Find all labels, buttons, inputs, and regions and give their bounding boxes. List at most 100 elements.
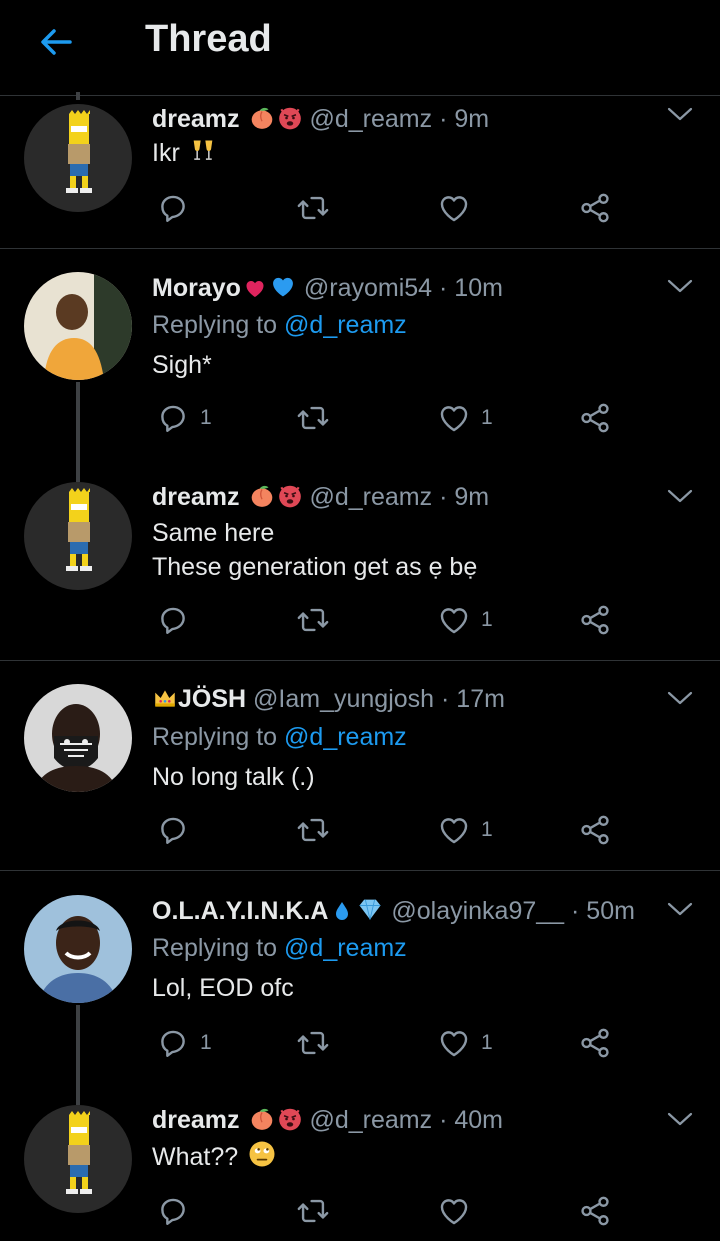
peach-icon: [249, 483, 275, 509]
tweet[interactable]: dreamz @d_reamz · 9m Ikr: [0, 92, 720, 249]
retweet-icon: [296, 401, 330, 435]
display-name[interactable]: O.L.A.Y.I.N.K.A: [152, 897, 328, 925]
replying-to-label: Replying to: [152, 311, 278, 339]
display-name[interactable]: JÖSH: [178, 685, 246, 713]
like-button[interactable]: 1: [437, 398, 493, 438]
share-icon: [578, 1194, 612, 1228]
replying-to: Replying to @d_reamz: [152, 310, 407, 340]
tweet-actions: [152, 1191, 622, 1231]
tweet[interactable]: JÖSH @Iam_yungjosh · 17m Replying to @d_…: [0, 672, 720, 871]
avatar[interactable]: [24, 482, 132, 590]
like-button[interactable]: 1: [437, 600, 493, 640]
display-name[interactable]: dreamz: [152, 105, 240, 133]
avatar[interactable]: [24, 104, 132, 212]
tweet-actions: 1: [152, 600, 622, 640]
mention-link[interactable]: @d_reamz: [284, 934, 407, 962]
droplet-icon: [330, 899, 354, 923]
share-button[interactable]: [578, 188, 612, 228]
timestamp: · 40m: [439, 1106, 503, 1134]
display-name[interactable]: dreamz: [152, 1106, 240, 1134]
like-button[interactable]: [437, 1191, 481, 1231]
chevron-down-icon[interactable]: [666, 104, 694, 124]
like-count: 1: [481, 406, 493, 429]
display-name[interactable]: Morayo: [152, 274, 241, 302]
avatar[interactable]: [24, 684, 132, 792]
tweet-text: Sigh*: [152, 351, 212, 379]
chevron-down-icon[interactable]: [666, 486, 694, 506]
username[interactable]: @d_reamz: [309, 105, 432, 133]
reply-button[interactable]: 1: [156, 1023, 212, 1063]
avatar[interactable]: [24, 1105, 132, 1213]
retweet-icon: [296, 1026, 330, 1060]
retweet-button[interactable]: [296, 1191, 330, 1231]
heart-icon: [437, 401, 471, 435]
comment-icon: [156, 1194, 190, 1228]
display-name[interactable]: dreamz: [152, 483, 240, 511]
retweet-button[interactable]: [296, 810, 330, 850]
thread-line: [76, 92, 80, 100]
thread-line: [76, 382, 80, 482]
chevron-down-icon[interactable]: [666, 1109, 694, 1129]
like-count: 1: [481, 608, 493, 631]
share-button[interactable]: [578, 1023, 612, 1063]
reply-button[interactable]: [156, 188, 200, 228]
comment-icon: [156, 813, 190, 847]
reply-button[interactable]: [156, 810, 200, 850]
mention-link[interactable]: @d_reamz: [284, 311, 407, 339]
timestamp: · 9m: [439, 483, 490, 511]
username[interactable]: @d_reamz: [309, 1106, 432, 1134]
avatar[interactable]: [24, 895, 132, 1003]
like-button[interactable]: [437, 188, 481, 228]
reply-count: 1: [200, 406, 212, 429]
retweet-button[interactable]: [296, 600, 330, 640]
retweet-icon: [296, 1194, 330, 1228]
gem-icon: [356, 895, 384, 923]
arrow-left-icon[interactable]: [36, 22, 76, 62]
share-icon: [578, 813, 612, 847]
share-button[interactable]: [578, 1191, 612, 1231]
like-count: 1: [481, 818, 493, 841]
share-button[interactable]: [578, 398, 612, 438]
clinking-glasses-icon: [189, 137, 217, 165]
heart-icon: [437, 191, 471, 225]
reply-button[interactable]: [156, 1191, 200, 1231]
comment-icon: [156, 603, 190, 637]
angry-face-icon: [277, 483, 303, 509]
replying-to-label: Replying to: [152, 934, 278, 962]
chevron-down-icon[interactable]: [666, 276, 694, 296]
heart-icon: [437, 813, 471, 847]
like-button[interactable]: 1: [437, 1023, 493, 1063]
red-heart-icon: [243, 276, 267, 300]
mention-link[interactable]: @d_reamz: [284, 723, 407, 751]
timestamp: · 50m: [571, 897, 635, 925]
retweet-button[interactable]: [296, 398, 330, 438]
heart-icon: [437, 603, 471, 637]
tweet[interactable]: dreamz @d_reamz · 9m Same here These gen…: [0, 476, 720, 661]
reply-button[interactable]: 1: [156, 398, 212, 438]
peach-icon: [249, 1106, 275, 1132]
username[interactable]: @rayomi54: [304, 274, 432, 302]
tweet[interactable]: Morayo @rayomi54 · 10m Replying to @d_re…: [0, 260, 720, 482]
share-icon: [578, 1026, 612, 1060]
share-button[interactable]: [578, 600, 612, 640]
username[interactable]: @d_reamz: [309, 483, 432, 511]
share-icon: [578, 191, 612, 225]
username[interactable]: @Iam_yungjosh: [253, 685, 434, 713]
chevron-down-icon[interactable]: [666, 688, 694, 708]
retweet-button[interactable]: [296, 188, 330, 228]
avatar[interactable]: [24, 272, 132, 380]
replying-to-label: Replying to: [152, 723, 278, 751]
like-button[interactable]: 1: [437, 810, 493, 850]
chevron-down-icon[interactable]: [666, 899, 694, 919]
timestamp: · 9m: [439, 105, 490, 133]
share-button[interactable]: [578, 810, 612, 850]
username[interactable]: @olayinka97__: [391, 897, 564, 925]
blue-heart-icon: [269, 272, 297, 300]
tweet-text: No long talk (.): [152, 763, 315, 791]
tweet[interactable]: dreamz @d_reamz · 40m What??: [0, 1099, 720, 1241]
retweet-button[interactable]: [296, 1023, 330, 1063]
tweet[interactable]: O.L.A.Y.I.N.K.A @olayinka97__ · 50m Repl…: [0, 883, 720, 1105]
reply-button[interactable]: [156, 600, 200, 640]
page-title: Thread: [145, 18, 272, 60]
tweet-actions: 1: [152, 810, 622, 850]
